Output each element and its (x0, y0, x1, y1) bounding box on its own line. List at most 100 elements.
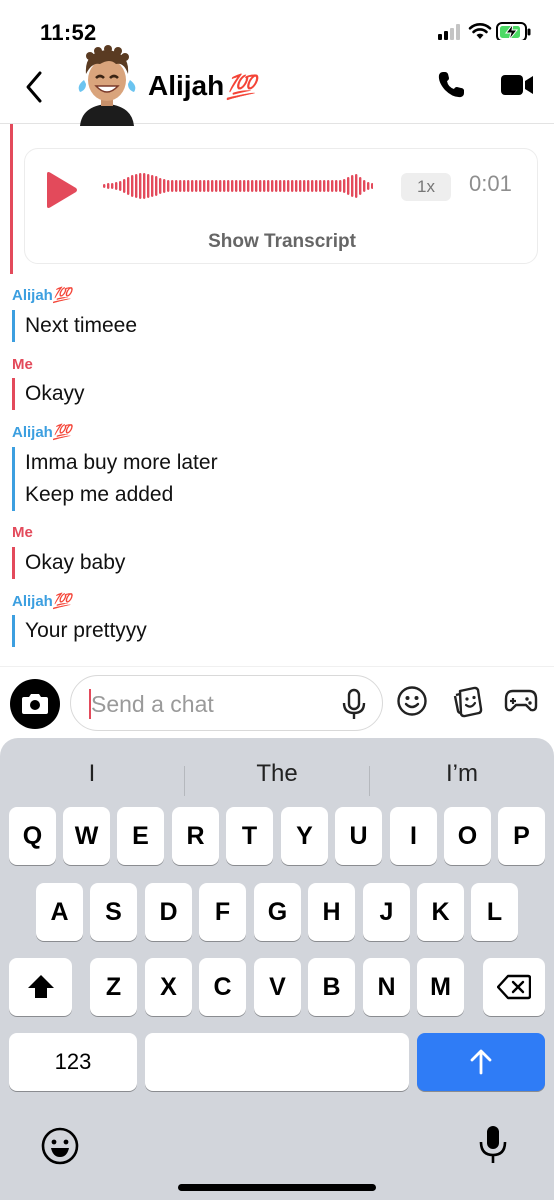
waveform-bar (251, 180, 254, 192)
play-icon[interactable] (43, 171, 79, 209)
suggestion-3[interactable]: I’m (370, 760, 554, 788)
show-transcript-button[interactable]: Show Transcript (25, 231, 539, 253)
key-b[interactable]: B (308, 958, 355, 1016)
key-x[interactable]: X (145, 958, 192, 1016)
chat-input[interactable] (91, 684, 331, 724)
key-n[interactable]: N (363, 958, 410, 1016)
delete-key[interactable] (483, 958, 545, 1016)
return-arrow-icon (470, 1049, 492, 1075)
key-u[interactable]: U (335, 807, 382, 865)
sender-label: Me (12, 524, 33, 541)
waveform-bar (319, 180, 322, 192)
waveform-bar (331, 180, 334, 192)
message-bubble[interactable]: Next timeee (12, 310, 137, 342)
waveform-bar (159, 178, 162, 194)
key-q[interactable]: Q (9, 807, 56, 865)
message-bubble[interactable]: Your prettyyy (12, 615, 147, 647)
back-chevron-icon[interactable] (20, 70, 48, 104)
key-y[interactable]: Y (281, 807, 328, 865)
voice-note-duration: 0:01 (469, 171, 512, 196)
key-o[interactable]: O (444, 807, 491, 865)
video-camera-icon[interactable] (500, 72, 534, 98)
contact-name-text: Alijah (148, 70, 225, 101)
suggestion-1[interactable]: I (0, 760, 184, 788)
key-l[interactable]: L (471, 883, 518, 941)
key-w[interactable]: W (63, 807, 110, 865)
playback-speed-button[interactable]: 1x (401, 173, 451, 201)
key-f[interactable]: F (199, 883, 246, 941)
phone-icon[interactable] (436, 70, 466, 100)
suggestion-2[interactable]: The (185, 760, 369, 788)
waveform-bar (279, 180, 282, 192)
key-i[interactable]: I (390, 807, 437, 865)
key-h[interactable]: H (308, 883, 355, 941)
wifi-icon (468, 23, 492, 39)
waveform-bar (103, 184, 106, 188)
waveform-bar (239, 180, 242, 192)
hundred-points-emoji: 💯 (52, 287, 72, 304)
home-indicator (178, 1184, 376, 1191)
waveform-bar (339, 180, 342, 192)
key-r[interactable]: R (172, 807, 219, 865)
message-bubble[interactable]: Imma buy more later Keep me added (12, 447, 218, 511)
waveform-bar (291, 180, 294, 192)
emoji-keyboard-icon[interactable] (40, 1126, 80, 1166)
chat-input-container[interactable] (70, 675, 383, 731)
key-m[interactable]: M (417, 958, 464, 1016)
waveform-bar (311, 180, 314, 192)
keyboard: I The I’m Q W E R T Y U I O P A S D F G … (0, 738, 554, 1200)
waveform-bar (203, 180, 206, 192)
sender-label: Alijah💯 (12, 592, 72, 610)
key-a[interactable]: A (36, 883, 83, 941)
numbers-key[interactable]: 123 (9, 1033, 137, 1091)
audio-waveform[interactable] (103, 169, 373, 203)
sticker-icon[interactable] (452, 685, 484, 719)
waveform-bar (131, 175, 134, 197)
key-d[interactable]: D (145, 883, 192, 941)
waveform-bar (147, 174, 150, 198)
key-v[interactable]: V (254, 958, 301, 1016)
waveform-bar (199, 180, 202, 192)
key-s[interactable]: S (90, 883, 137, 941)
shift-key[interactable] (9, 958, 72, 1016)
avatar[interactable] (70, 44, 144, 126)
key-t[interactable]: T (226, 807, 273, 865)
waveform-bar (247, 180, 250, 192)
predictive-suggestions: I The I’m (0, 748, 554, 798)
battery-charging-icon (496, 22, 531, 42)
dictation-mic-icon[interactable] (478, 1124, 508, 1166)
message-text: Keep me added (25, 483, 174, 506)
send-return-key[interactable] (417, 1033, 545, 1091)
waveform-bar (219, 180, 222, 192)
chat-messages[interactable]: 1x 0:01 Show Transcript Alijah💯 Next tim… (0, 124, 554, 666)
message-bubble[interactable]: Okay baby (12, 547, 125, 579)
waveform-bar (287, 180, 290, 192)
key-j[interactable]: J (363, 883, 410, 941)
sender-label: Alijah💯 (12, 286, 72, 304)
microphone-icon[interactable] (341, 688, 367, 722)
game-controller-icon[interactable] (504, 685, 538, 715)
key-z[interactable]: Z (90, 958, 137, 1016)
camera-button[interactable] (10, 679, 60, 729)
sender-name: Me (12, 356, 33, 373)
message-bubble[interactable]: Okayy (12, 378, 85, 410)
hundred-points-emoji: 💯 (226, 74, 257, 101)
key-g[interactable]: G (254, 883, 301, 941)
key-c[interactable]: C (199, 958, 246, 1016)
chat-header: Alijah💯 (0, 40, 554, 126)
waveform-bar (307, 180, 310, 192)
key-k[interactable]: K (417, 883, 464, 941)
message-text: Okay baby (25, 551, 126, 574)
waveform-bar (295, 180, 298, 192)
waveform-bar (227, 180, 230, 192)
voice-note-card[interactable]: 1x 0:01 Show Transcript (24, 148, 538, 264)
smiley-icon[interactable] (396, 685, 428, 717)
waveform-bar (235, 180, 238, 192)
message-text: Your prettyyy (25, 619, 147, 642)
key-e[interactable]: E (117, 807, 164, 865)
sender-name: Alijah (12, 287, 53, 304)
space-key[interactable] (145, 1033, 409, 1091)
contact-name[interactable]: Alijah💯 (148, 70, 256, 102)
key-p[interactable]: P (498, 807, 545, 865)
waveform-bar (187, 180, 190, 192)
